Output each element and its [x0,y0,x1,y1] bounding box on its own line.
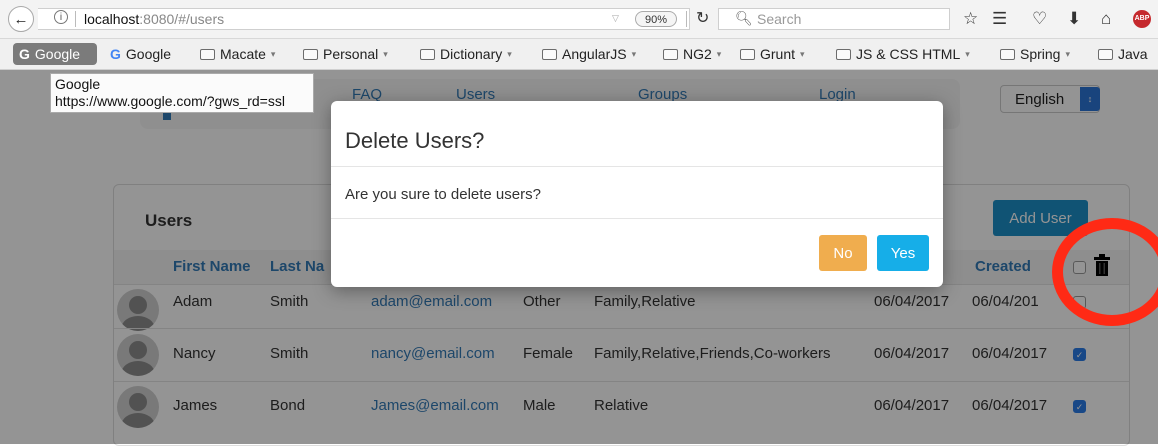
dialog-title: Delete Users? [345,128,485,153]
bookmark-label: Personal [323,46,379,62]
zoom-level-badge[interactable]: 90% [635,11,677,27]
bookmark-google-active[interactable]: G Google [13,43,97,65]
caret-down-icon: ▾ [270,48,276,59]
folder-icon [836,48,851,60]
bookmark-folder-angularjs[interactable]: AngularJS ▾ [542,45,636,63]
tooltip-title: Google [55,76,101,92]
caret-down-icon: ▾ [800,48,805,59]
url-text[interactable]: localhost:8080/#/users [84,11,224,27]
url-separator-2 [686,11,687,27]
dialog-divider [331,166,943,167]
bookmark-folder-macate[interactable]: Macate ▾ [200,45,275,63]
url-path: :8080/#/users [139,11,225,27]
google-g-icon: G [19,46,30,62]
reload-icon[interactable]: ↻ [696,8,709,28]
search-icon: 🔍︎ [735,10,753,26]
bookmark-label: Grunt [760,46,796,62]
back-button[interactable]: ← [8,6,34,32]
bookmark-folder-personal[interactable]: Personal ▾ [303,45,388,63]
bookmark-folder-dictionary[interactable]: Dictionary ▾ [420,45,512,63]
folder-icon [200,48,215,60]
url-separator [75,11,76,27]
bookmark-folder-grunt[interactable]: Grunt ▾ [740,45,805,63]
caret-down-icon: ▾ [716,48,722,59]
folder-icon [1098,48,1113,60]
adblock-icon[interactable]: ABP [1133,10,1151,28]
google-g-icon: G [110,46,121,62]
bookmark-label: Dictionary [440,46,503,62]
page-actions-dropdown-icon[interactable]: ▽ [612,13,619,24]
bookmark-star-icon[interactable]: ☆ [963,9,978,29]
search-bar[interactable] [718,8,950,30]
caret-down-icon: ▾ [383,48,388,59]
back-arrow-icon: ← [13,10,29,28]
folder-icon [1000,48,1015,60]
bookmark-folder-java[interactable]: Java [1098,45,1148,63]
download-icon[interactable]: ⬇︎ [1067,9,1081,29]
bookmark-folder-spring[interactable]: Spring ▾ [1000,45,1070,63]
bookmark-label: Macate [220,46,266,62]
caret-down-icon: ▾ [631,48,637,59]
bookmark-label: Java [1118,46,1148,62]
home-icon[interactable]: ⌂ [1101,9,1111,29]
pocket-icon[interactable]: ♡ [1032,9,1047,29]
yes-button[interactable]: Yes [877,235,929,271]
folder-icon [420,48,435,60]
bookmark-label: AngularJS [562,46,627,62]
folder-icon [740,48,755,60]
bookmark-label: NG2 [683,46,712,62]
bookmark-google[interactable]: G Google [110,45,171,63]
folder-icon [542,48,557,60]
caret-down-icon: ▾ [507,48,512,59]
url-host: localhost [84,11,140,27]
tooltip-url: https://www.google.com/?gws_rd=ssl [55,93,285,109]
bookmark-folder-ng2[interactable]: NG2 ▾ [663,45,721,63]
caret-down-icon: ▾ [1065,48,1070,59]
folder-icon [663,48,678,60]
bookmark-label: Google [125,46,172,62]
bookmark-label: Spring [1020,46,1061,62]
dialog-message: Are you sure to delete users? [345,186,541,203]
search-placeholder: Search [757,11,802,27]
bookmark-label: Google [34,46,81,62]
bookmark-label: JS & CSS HTML [856,46,961,62]
bookmark-folder-js-css-html[interactable]: JS & CSS HTML ▾ [836,45,970,63]
caret-down-icon: ▾ [965,48,970,59]
reading-list-icon[interactable]: ☰ [992,9,1007,29]
bookmark-tooltip: Google https://www.google.com/?gws_rd=ss… [50,73,314,113]
no-button[interactable]: No [819,235,867,271]
info-icon[interactable]: i [54,10,68,24]
folder-icon [303,48,318,60]
dialog-divider [331,218,943,219]
